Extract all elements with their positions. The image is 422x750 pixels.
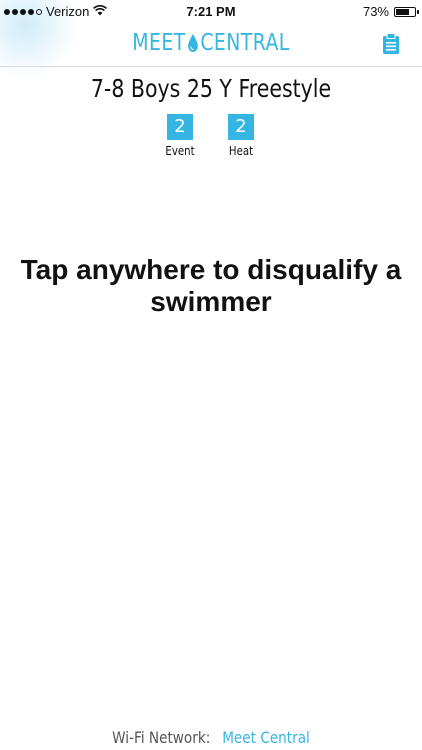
logo-text-central: CENTRAL	[200, 30, 290, 56]
event-number-badge: 2	[167, 114, 193, 140]
logo-text-meet: MEET	[132, 30, 186, 56]
heat-label: Heat	[228, 144, 254, 158]
disqualify-tap-area[interactable]	[0, 170, 422, 710]
clipboard-button[interactable]	[382, 33, 400, 55]
wifi-network-footer: Wi-Fi Network: Meet Central	[32, 728, 391, 747]
status-bar: Verizon 7:21 PM 73%	[0, 0, 422, 24]
wifi-network-name: Meet Central	[222, 728, 310, 747]
battery-percent: 73%	[362, 4, 389, 19]
battery-icon	[394, 6, 419, 17]
heat-number-group: 2 Heat	[211, 114, 271, 158]
heat-number-badge: 2	[228, 114, 254, 140]
app-logo: MEET CENTRAL	[38, 30, 384, 56]
wifi-network-label: Wi-Fi Network:	[112, 728, 211, 747]
nav-bar: MEET CENTRAL	[0, 24, 422, 67]
battery-fill	[396, 8, 410, 15]
event-label: Event	[165, 144, 195, 158]
tap-prompt: Tap anywhere to disqualify a swimmer	[20, 254, 402, 317]
event-title: 7-8 Boys 25 Y Freestyle	[90, 74, 332, 103]
clipboard-icon	[383, 33, 399, 54]
water-drop-icon	[187, 33, 198, 53]
status-time: 7:21 PM	[186, 4, 236, 19]
status-right: 73%	[362, 4, 419, 19]
event-number-group: 2 Event	[150, 114, 210, 158]
app-screen: Verizon 7:21 PM 73% MEET CENTRAL 7-8 Boy…	[0, 0, 422, 750]
